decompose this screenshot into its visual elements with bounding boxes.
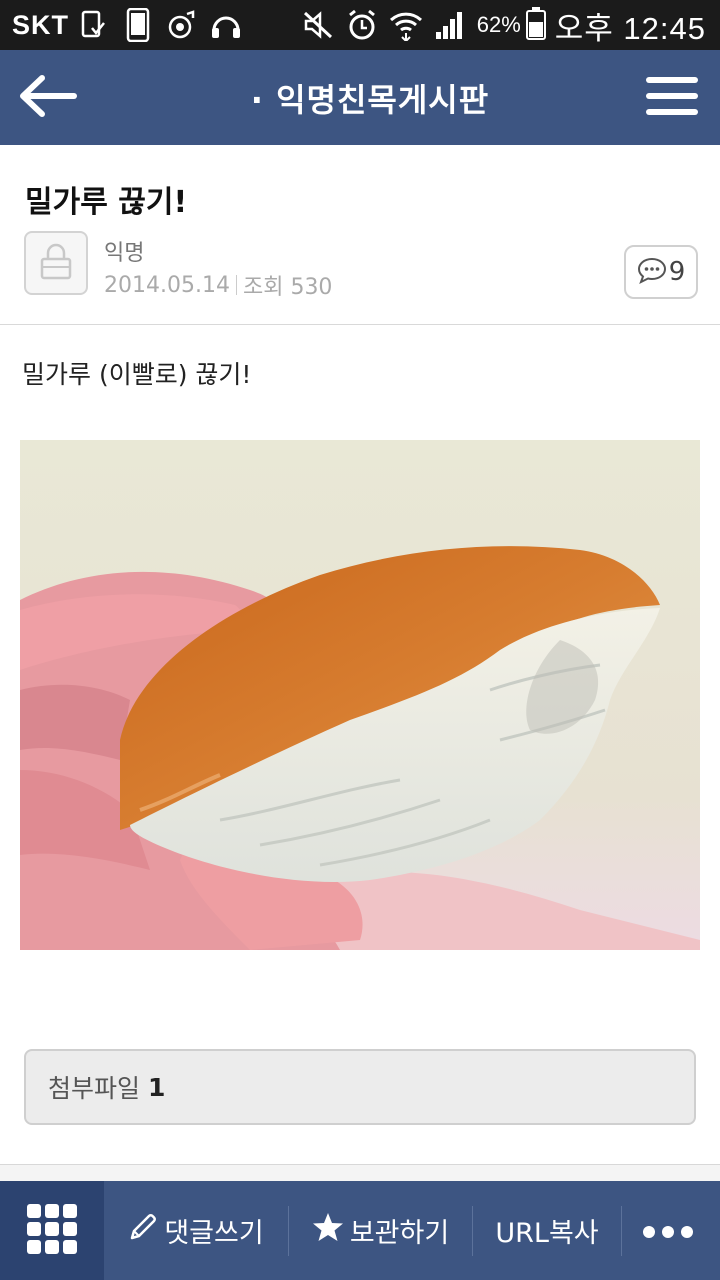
post-body-text: 밀가루 (이빨로) 끊기!	[22, 360, 252, 389]
attachment-button[interactable]: 첨부파일 1	[24, 1049, 696, 1125]
post-date: 2014.05.14	[104, 272, 230, 298]
music-icon	[165, 8, 199, 42]
back-arrow-icon	[18, 74, 78, 122]
comment-count-button[interactable]: 9	[624, 245, 698, 299]
grid-apps-icon	[26, 1203, 78, 1259]
bottom-toolbar: 댓글쓰기 보관하기 URL복사	[0, 1181, 720, 1280]
mute-icon	[301, 8, 335, 42]
headset-icon	[209, 8, 243, 42]
apps-grid-button[interactable]	[0, 1181, 104, 1280]
post-title: 밀가루 끊기!	[25, 185, 188, 220]
view-count: 조회 530	[242, 275, 333, 300]
post-header: 밀가루 끊기! 익명 2014.05.14 조회 530 9	[0, 145, 720, 325]
board-title: · 익명친목게시판	[250, 80, 490, 119]
keep-label: 보관하기	[349, 1218, 450, 1249]
back-button[interactable]	[0, 50, 96, 145]
star-icon	[312, 1212, 350, 1249]
keep-button[interactable]: 보관하기	[289, 1181, 472, 1280]
write-comment-button[interactable]: 댓글쓰기	[104, 1181, 288, 1280]
battery-percent: 62%	[476, 12, 521, 37]
more-dots-icon	[642, 1215, 700, 1246]
attachment-label: 첨부파일	[48, 1074, 141, 1103]
avatar	[24, 231, 88, 295]
phone-icon	[121, 8, 155, 42]
alarm-icon	[345, 8, 379, 42]
app-header: · 익명친목게시판	[0, 50, 720, 145]
attachment-count: 1	[148, 1072, 166, 1102]
write-comment-label: 댓글쓰기	[164, 1218, 264, 1249]
section-divider	[0, 1164, 720, 1181]
author-name: 익명	[104, 241, 145, 266]
lock-icon	[36, 241, 76, 285]
hamburger-menu-icon	[646, 75, 698, 121]
speech-bubble-icon	[637, 256, 667, 288]
clock: 오후 12:45	[554, 10, 706, 46]
comment-count: 9	[668, 257, 686, 287]
menu-button[interactable]	[624, 50, 720, 145]
copy-url-button[interactable]: URL복사	[473, 1181, 621, 1280]
pencil-icon	[128, 1212, 164, 1249]
post-photo[interactable]	[20, 440, 700, 950]
more-button[interactable]	[622, 1181, 720, 1280]
battery-icon	[525, 6, 547, 44]
post-meta: 2014.05.14 조회 530	[104, 269, 332, 301]
copy-url-label: URL복사	[495, 1218, 599, 1249]
meta-divider	[235, 275, 237, 295]
signal-icon	[433, 8, 467, 42]
wifi-icon	[389, 8, 423, 42]
sim-card-icon	[77, 8, 111, 42]
status-bar: SKT 62% 오후 12:45	[0, 0, 720, 50]
carrier-label: SKT	[12, 9, 69, 40]
